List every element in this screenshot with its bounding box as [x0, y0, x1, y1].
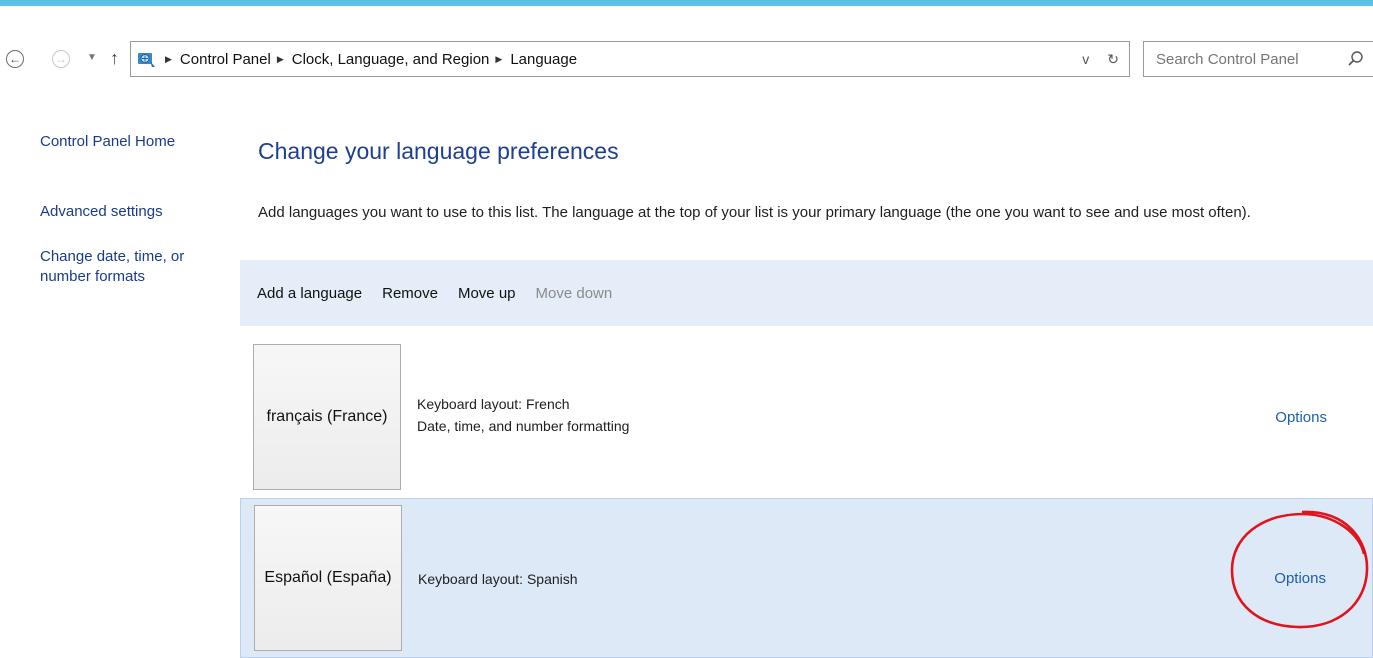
add-language-button[interactable]: Add a language	[257, 285, 362, 302]
keyboard-layout-text: Keyboard layout: Spanish	[418, 571, 578, 587]
breadcrumb-separator-icon: ▶	[276, 53, 284, 64]
breadcrumb-separator-icon: ▶	[495, 53, 503, 64]
address-bar[interactable]: ▶ Control Panel ▶ Clock, Language, and R…	[130, 41, 1130, 77]
language-details: Keyboard layout: French Date, time, and …	[417, 393, 629, 437]
page-description: Add languages you want to use to this li…	[258, 204, 1251, 221]
formatting-text: Date, time, and number formatting	[417, 418, 630, 434]
refresh-button[interactable]: ↻	[1107, 51, 1119, 68]
window-top-accent	[0, 0, 1373, 6]
language-list-item[interactable]: Español (España) Keyboard layout: Spanis…	[240, 498, 1373, 658]
language-toolbar: Add a language Remove Move up Move down	[240, 260, 1373, 326]
forward-arrow-icon: →	[52, 50, 70, 68]
sidebar-item-advanced-settings[interactable]: Advanced settings	[40, 202, 163, 222]
sidebar-item-control-panel-home[interactable]: Control Panel Home	[40, 132, 175, 152]
remove-button[interactable]: Remove	[382, 285, 438, 302]
move-up-button[interactable]: Move up	[458, 285, 516, 302]
language-details: Keyboard layout: Spanish	[418, 568, 578, 590]
breadcrumb-separator-icon: ▶	[165, 53, 172, 64]
search-input[interactable]	[1154, 49, 1338, 69]
breadcrumb-clock-language-region[interactable]: Clock, Language, and Region	[292, 51, 490, 68]
search-icon[interactable]	[1347, 50, 1365, 68]
forward-button[interactable]: →	[52, 50, 70, 68]
back-arrow-icon: ←	[6, 50, 24, 68]
chevron-down-icon: ▼	[87, 52, 97, 63]
search-box[interactable]	[1143, 41, 1373, 77]
recent-locations-button[interactable]: ▼	[87, 52, 97, 63]
options-link[interactable]: Options	[1275, 409, 1327, 426]
options-link[interactable]: Options	[1274, 570, 1326, 587]
up-arrow-icon: ↑	[110, 48, 119, 68]
address-dropdown-button[interactable]: v	[1082, 51, 1089, 67]
page-title: Change your language preferences	[258, 138, 619, 164]
sidebar-item-change-date-time-formats[interactable]: Change date, time, or number formats	[40, 247, 235, 287]
control-panel-icon	[135, 47, 159, 71]
language-list-item[interactable]: français (France) Keyboard layout: Frenc…	[240, 338, 1373, 494]
up-button[interactable]: ↑	[110, 48, 119, 69]
breadcrumb-control-panel[interactable]: Control Panel	[180, 51, 271, 68]
language-tile[interactable]: français (France)	[253, 344, 401, 490]
breadcrumb-language[interactable]: Language	[510, 51, 577, 68]
keyboard-layout-text: Keyboard layout: French	[417, 396, 570, 412]
move-down-button: Move down	[535, 284, 613, 302]
back-button[interactable]: ←	[6, 50, 24, 68]
language-tile[interactable]: Español (España)	[254, 505, 402, 651]
